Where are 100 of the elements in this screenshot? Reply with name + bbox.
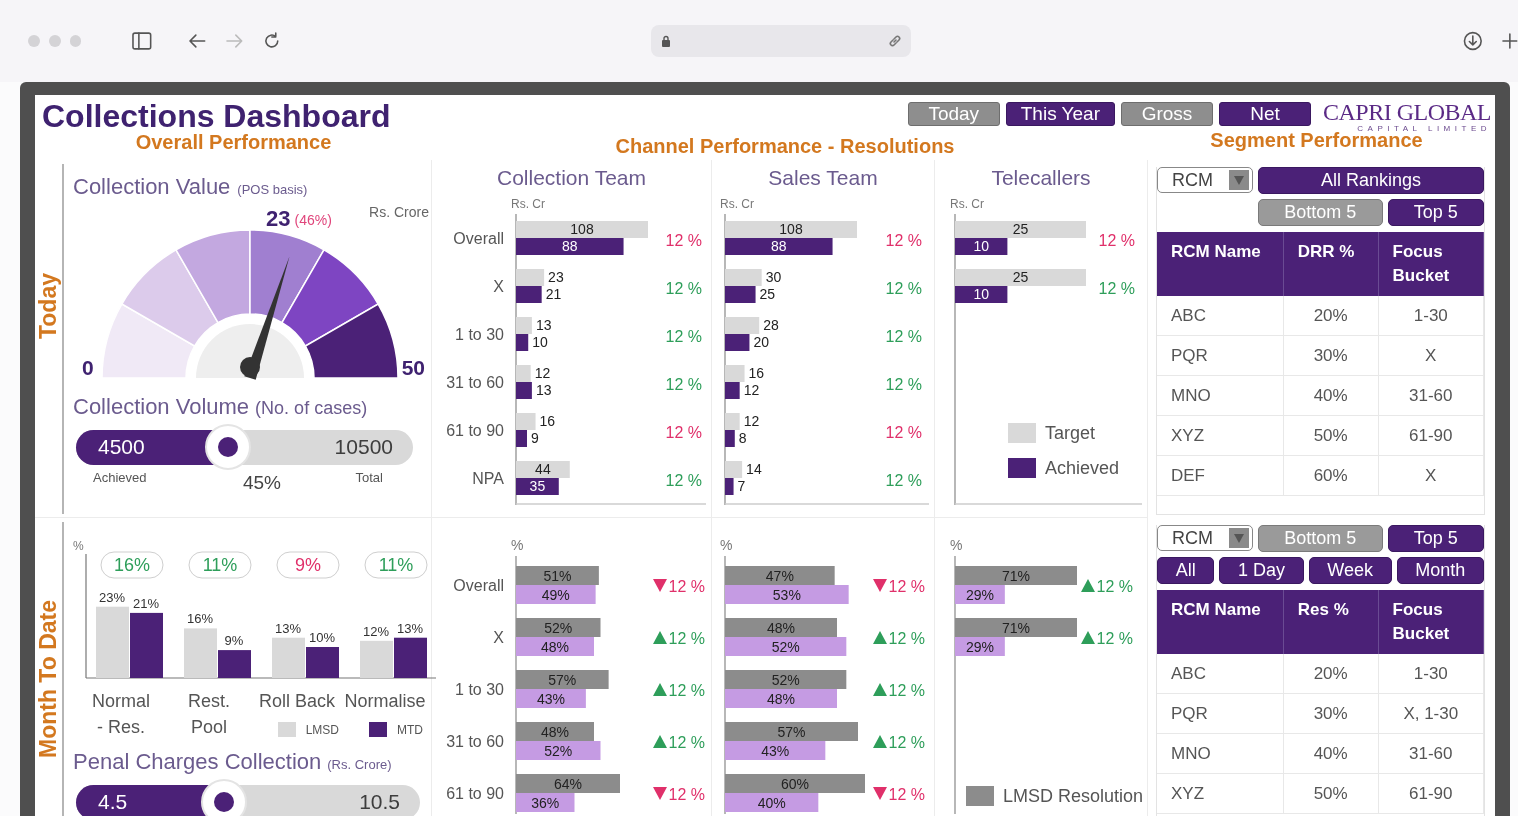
chart-note: (No. of cases) <box>255 398 368 418</box>
data-label: 30 <box>765 269 782 285</box>
change-value: 12 % <box>668 786 705 803</box>
axis-label: % <box>511 537 524 553</box>
table-cell: 40% <box>1283 733 1379 774</box>
change-value: 12 % <box>665 472 702 489</box>
lock-icon <box>661 35 671 47</box>
dropdown[interactable]: RCM <box>1157 525 1253 551</box>
data-label: 14 <box>746 461 762 477</box>
change-value: 12 % <box>665 328 702 345</box>
data-label: 52% <box>771 672 800 688</box>
data-label: 53% <box>772 587 801 603</box>
chart-note: (Rs. Crore) <box>327 757 392 772</box>
table-cell: 30% <box>1283 335 1379 376</box>
data-label: 13% <box>275 620 301 636</box>
data-label: 13 <box>535 382 552 398</box>
table-cell: 40% <box>1283 375 1379 416</box>
gauge-min: 0 <box>82 356 94 380</box>
change-value: 12 % <box>885 376 922 393</box>
data-label: 88 <box>771 238 787 254</box>
table-cell: 1-30 <box>1378 654 1484 694</box>
bar <box>725 317 760 334</box>
download-icon[interactable] <box>1462 31 1483 51</box>
data-label: 16 <box>748 365 765 381</box>
slider-thumb[interactable] <box>204 424 251 470</box>
data-label: 16% <box>187 611 213 627</box>
category-label: Roll Back <box>258 690 336 713</box>
gauge-percent: (46%) <box>294 212 332 228</box>
link-icon[interactable] <box>886 33 903 49</box>
bar <box>130 612 163 678</box>
change-value: 12 % <box>665 376 702 393</box>
bar <box>516 382 532 399</box>
table-cell: 60% <box>1283 455 1379 496</box>
change-value: 12 % <box>668 578 705 595</box>
column-header: RCM Name <box>1157 590 1284 654</box>
logo-name: CAPRI GLOBAL <box>1323 99 1491 125</box>
data-label: 48% <box>767 620 795 636</box>
axis-label: % <box>73 540 84 553</box>
column-header: DRR % <box>1283 232 1379 296</box>
data-label: 64% <box>554 776 582 792</box>
data-label: 16 <box>539 413 556 429</box>
table-cell: MNO <box>1157 733 1284 774</box>
bar <box>516 334 529 351</box>
team-title: Sales Team <box>767 165 879 191</box>
change-value: 12 % <box>668 734 705 751</box>
table-cell: 20% <box>1283 654 1379 694</box>
reload-icon[interactable] <box>263 32 281 50</box>
change-value: 12 % <box>668 630 705 647</box>
column-header: Res % <box>1283 590 1379 654</box>
column-header: Focus Bucket <box>1378 590 1484 654</box>
filter-button[interactable]: Top 5 <box>1387 525 1484 552</box>
achieved-label: Achieved <box>93 470 147 485</box>
data-label: 51% <box>543 568 572 584</box>
table-cell: ABC <box>1157 296 1284 336</box>
change-value: 12 % <box>665 232 702 249</box>
data-label: 10 <box>532 334 548 350</box>
filter-button[interactable]: All Rankings <box>1258 167 1484 194</box>
category-label: 31 to 60 <box>446 733 504 750</box>
sidebar-icon[interactable] <box>132 32 152 50</box>
dashboard-title: Collections Dashboard <box>42 98 391 134</box>
data-label: 71% <box>1002 620 1030 636</box>
back-icon[interactable] <box>188 33 206 49</box>
filter-button[interactable]: Top 5 <box>1387 199 1484 226</box>
bar <box>516 478 559 495</box>
legend-swatch <box>1008 458 1036 478</box>
data-label: 108 <box>570 221 594 237</box>
change-badge: 11% <box>364 551 428 579</box>
plus-icon[interactable] <box>1502 33 1518 49</box>
filter-button[interactable]: 1 Day <box>1219 557 1304 584</box>
data-label: 25 <box>759 286 776 302</box>
legend-swatch <box>1008 423 1036 443</box>
bar <box>725 269 762 286</box>
change-value: 12 % <box>888 578 925 595</box>
slider-thumb[interactable] <box>200 779 247 816</box>
filter-toggle[interactable]: This Year <box>1005 102 1115 126</box>
data-label: 21 <box>545 286 562 302</box>
filter-toggle[interactable]: Net <box>1219 102 1311 126</box>
data-label: 71% <box>1002 568 1030 584</box>
dropdown[interactable]: RCM <box>1157 167 1253 193</box>
data-label: 10 <box>973 286 989 302</box>
table-cell: DEF <box>1157 455 1284 496</box>
table-cell: 30% <box>1283 693 1379 734</box>
bar <box>725 382 740 399</box>
filter-button[interactable]: Month <box>1396 557 1484 584</box>
table-cell: 20% <box>1283 296 1379 336</box>
chart-title: Collection Value <box>73 174 231 199</box>
filter-button[interactable]: Week <box>1308 557 1392 584</box>
category-label: 31 to 60 <box>446 374 504 391</box>
filter-button[interactable]: All <box>1157 557 1215 584</box>
legend-swatch <box>966 786 994 806</box>
legend-swatch <box>277 722 296 738</box>
achieved-value: 4.5 <box>98 790 128 814</box>
category-label: X <box>493 278 504 295</box>
data-label: 48% <box>541 724 569 740</box>
data-label: 40% <box>757 795 786 811</box>
category-label: 61 to 90 <box>446 422 504 439</box>
data-label: 43% <box>536 691 565 707</box>
data-label: 13 <box>535 317 552 333</box>
bar <box>725 286 756 303</box>
gauge-max: 50 <box>401 356 426 380</box>
